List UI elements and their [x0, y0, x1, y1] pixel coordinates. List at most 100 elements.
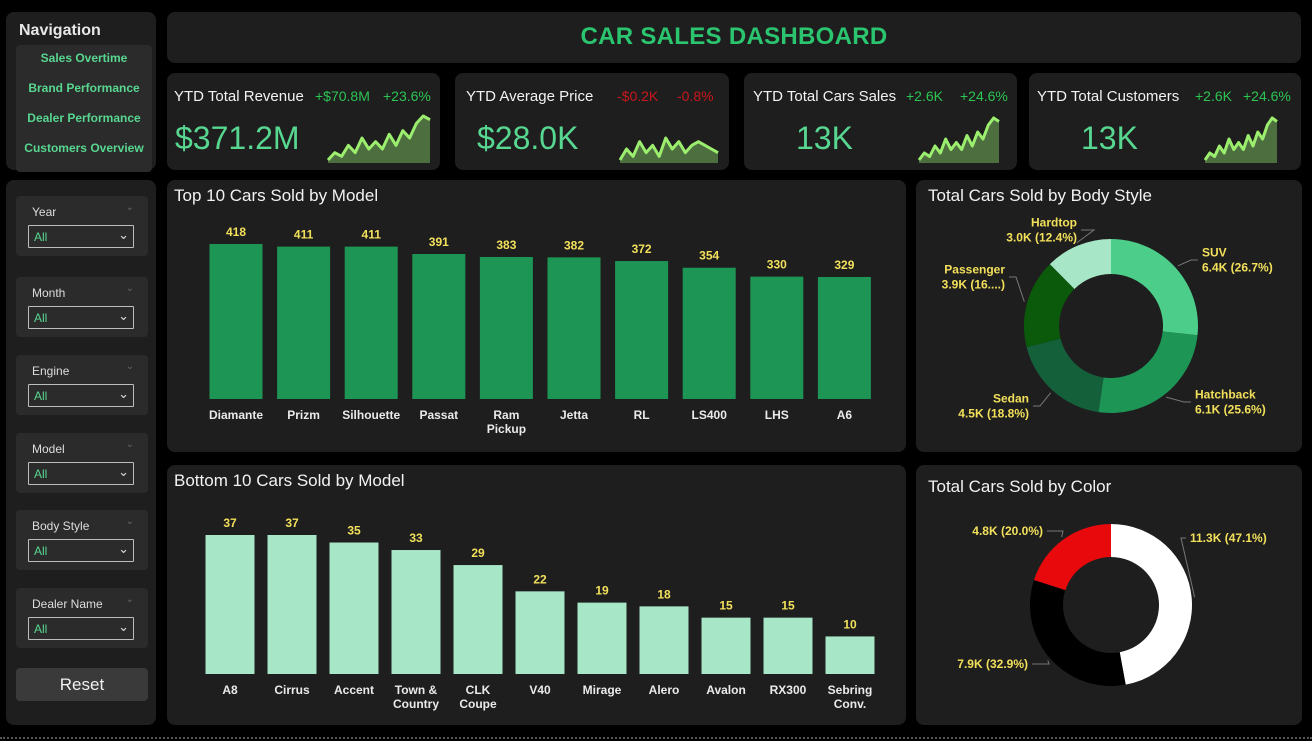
filter-label: Body Style — [32, 519, 90, 533]
bar[interactable] — [277, 246, 331, 399]
navigation-title: Navigation — [19, 22, 101, 39]
category-label: Town & — [395, 683, 438, 697]
nav-item-customers-overview[interactable]: Customers Overview — [16, 141, 152, 155]
kpi-delta-percent: +24.6% — [960, 88, 1008, 104]
filter-label: Month — [32, 286, 66, 300]
data-label: 383 — [496, 238, 516, 252]
donut-slice[interactable] — [1033, 524, 1111, 591]
bar[interactable] — [750, 276, 804, 399]
body-style-select[interactable]: All ⌄ — [28, 539, 134, 562]
filter-label: Dealer Name — [32, 597, 103, 611]
collapse-chevron-icon[interactable]: ⌄ — [126, 439, 134, 450]
bar[interactable] — [547, 257, 601, 399]
top10-bar-chart: 418 Diamante 411 Prizm 411 Silhouette 391 Passa… — [209, 225, 871, 436]
category-label: A8 — [222, 683, 238, 697]
bottom10-bar-chart: 37 A8 37 Cirrus 35 Accent 33 Town &Country 29 CLK… — [205, 516, 875, 711]
donut-slice[interactable] — [1026, 338, 1104, 413]
data-label: 37 — [223, 516, 237, 530]
month-select[interactable]: All ⌄ — [28, 306, 134, 329]
select-value: All — [34, 230, 48, 244]
category-label: Silhouette — [342, 408, 400, 422]
collapse-chevron-icon[interactable]: ⌄ — [126, 202, 134, 213]
filter-year: Year ⌄ All ⌄ — [16, 196, 148, 256]
data-label: 411 — [294, 228, 314, 242]
model-select[interactable]: All ⌄ — [28, 462, 134, 485]
data-label: 18 — [657, 587, 671, 601]
donut-slice[interactable] — [1111, 239, 1198, 336]
bar[interactable] — [763, 617, 813, 674]
bar[interactable] — [391, 550, 441, 674]
kpi-value: 13K — [1081, 120, 1138, 156]
bar[interactable] — [682, 267, 736, 399]
collapse-chevron-icon[interactable]: ⌄ — [126, 361, 134, 372]
donut-slice[interactable] — [1111, 524, 1192, 685]
category-label: Ram — [493, 408, 519, 422]
category-label: Sebring — [828, 683, 873, 697]
data-label: 19 — [595, 584, 609, 598]
bar[interactable] — [701, 617, 751, 674]
data-label: 37 — [285, 516, 299, 530]
bar[interactable] — [817, 277, 871, 399]
nav-item-dealer-performance[interactable]: Dealer Performance — [16, 111, 152, 125]
slice-label: SUV — [1202, 246, 1227, 260]
data-label: 15 — [719, 599, 733, 613]
year-select[interactable]: All ⌄ — [28, 225, 134, 248]
reset-button[interactable]: Reset — [16, 668, 148, 701]
chevron-down-icon: ⌄ — [118, 541, 129, 556]
slice-label: Hardtop — [1031, 216, 1077, 230]
bar[interactable] — [209, 244, 263, 399]
bar[interactable] — [205, 535, 255, 674]
bar[interactable] — [479, 256, 533, 399]
bar[interactable] — [825, 636, 875, 674]
bar[interactable] — [515, 591, 565, 674]
donut-slice[interactable] — [1030, 579, 1126, 686]
category-label: LHS — [765, 408, 789, 422]
collapse-chevron-icon[interactable]: ⌄ — [126, 283, 134, 294]
kpi-sparkline — [917, 116, 1000, 163]
category-label: Cirrus — [274, 683, 310, 697]
data-label: 33 — [409, 531, 423, 545]
select-value: All — [34, 544, 48, 558]
kpi-delta-absolute: -$0.2K — [617, 88, 659, 104]
category-label: Avalon — [706, 683, 746, 697]
bar[interactable] — [615, 261, 669, 399]
leader-line — [1032, 660, 1050, 665]
bar[interactable] — [344, 246, 398, 399]
bar[interactable] — [329, 542, 379, 674]
data-label: 418 — [226, 225, 246, 239]
category-label: A6 — [837, 408, 853, 422]
nav-item-brand-performance[interactable]: Brand Performance — [16, 81, 152, 95]
slice-label: Sedan — [993, 392, 1029, 406]
leader-line — [1009, 276, 1025, 302]
bar[interactable] — [577, 602, 627, 674]
category-label: RX300 — [770, 683, 807, 697]
slice-label: 7.9K (32.9%) — [957, 657, 1028, 671]
slice-label: 6.4K (26.7%) — [1202, 261, 1273, 275]
chevron-down-icon: ⌄ — [118, 227, 129, 242]
filter-body-style: Body Style ⌄ All ⌄ — [16, 510, 148, 570]
collapse-chevron-icon[interactable]: ⌄ — [126, 516, 134, 527]
category-label: Mirage — [583, 683, 622, 697]
category-label: Passat — [419, 408, 458, 422]
data-label: 35 — [347, 524, 361, 538]
kpi-sparkline — [1203, 116, 1278, 163]
kpi-title: YTD Average Price — [466, 88, 594, 105]
bar[interactable] — [453, 565, 503, 674]
bottom10-chart-panel: Bottom 10 Cars Sold by Model 37 A8 37 Cirru… — [167, 465, 906, 725]
navigation-panel: Navigation Sales Overtime Brand Performa… — [6, 12, 156, 172]
bar[interactable] — [639, 606, 689, 674]
kpi-sparkline — [326, 114, 431, 163]
bar[interactable] — [267, 535, 317, 674]
collapse-chevron-icon[interactable]: ⌄ — [126, 594, 134, 605]
donut-slice[interactable] — [1098, 331, 1198, 413]
data-label: 29 — [471, 546, 485, 560]
category-label: Country — [393, 697, 439, 711]
engine-select[interactable]: All ⌄ — [28, 384, 134, 407]
dealer-name-select[interactable]: All ⌄ — [28, 617, 134, 640]
chevron-down-icon: ⌄ — [118, 619, 129, 634]
kpi-delta-absolute: +2.6K — [906, 88, 943, 104]
bar[interactable] — [412, 254, 466, 399]
select-value: All — [34, 467, 48, 481]
kpi-sparkline — [618, 136, 719, 163]
nav-item-sales-overtime[interactable]: Sales Overtime — [16, 51, 152, 65]
